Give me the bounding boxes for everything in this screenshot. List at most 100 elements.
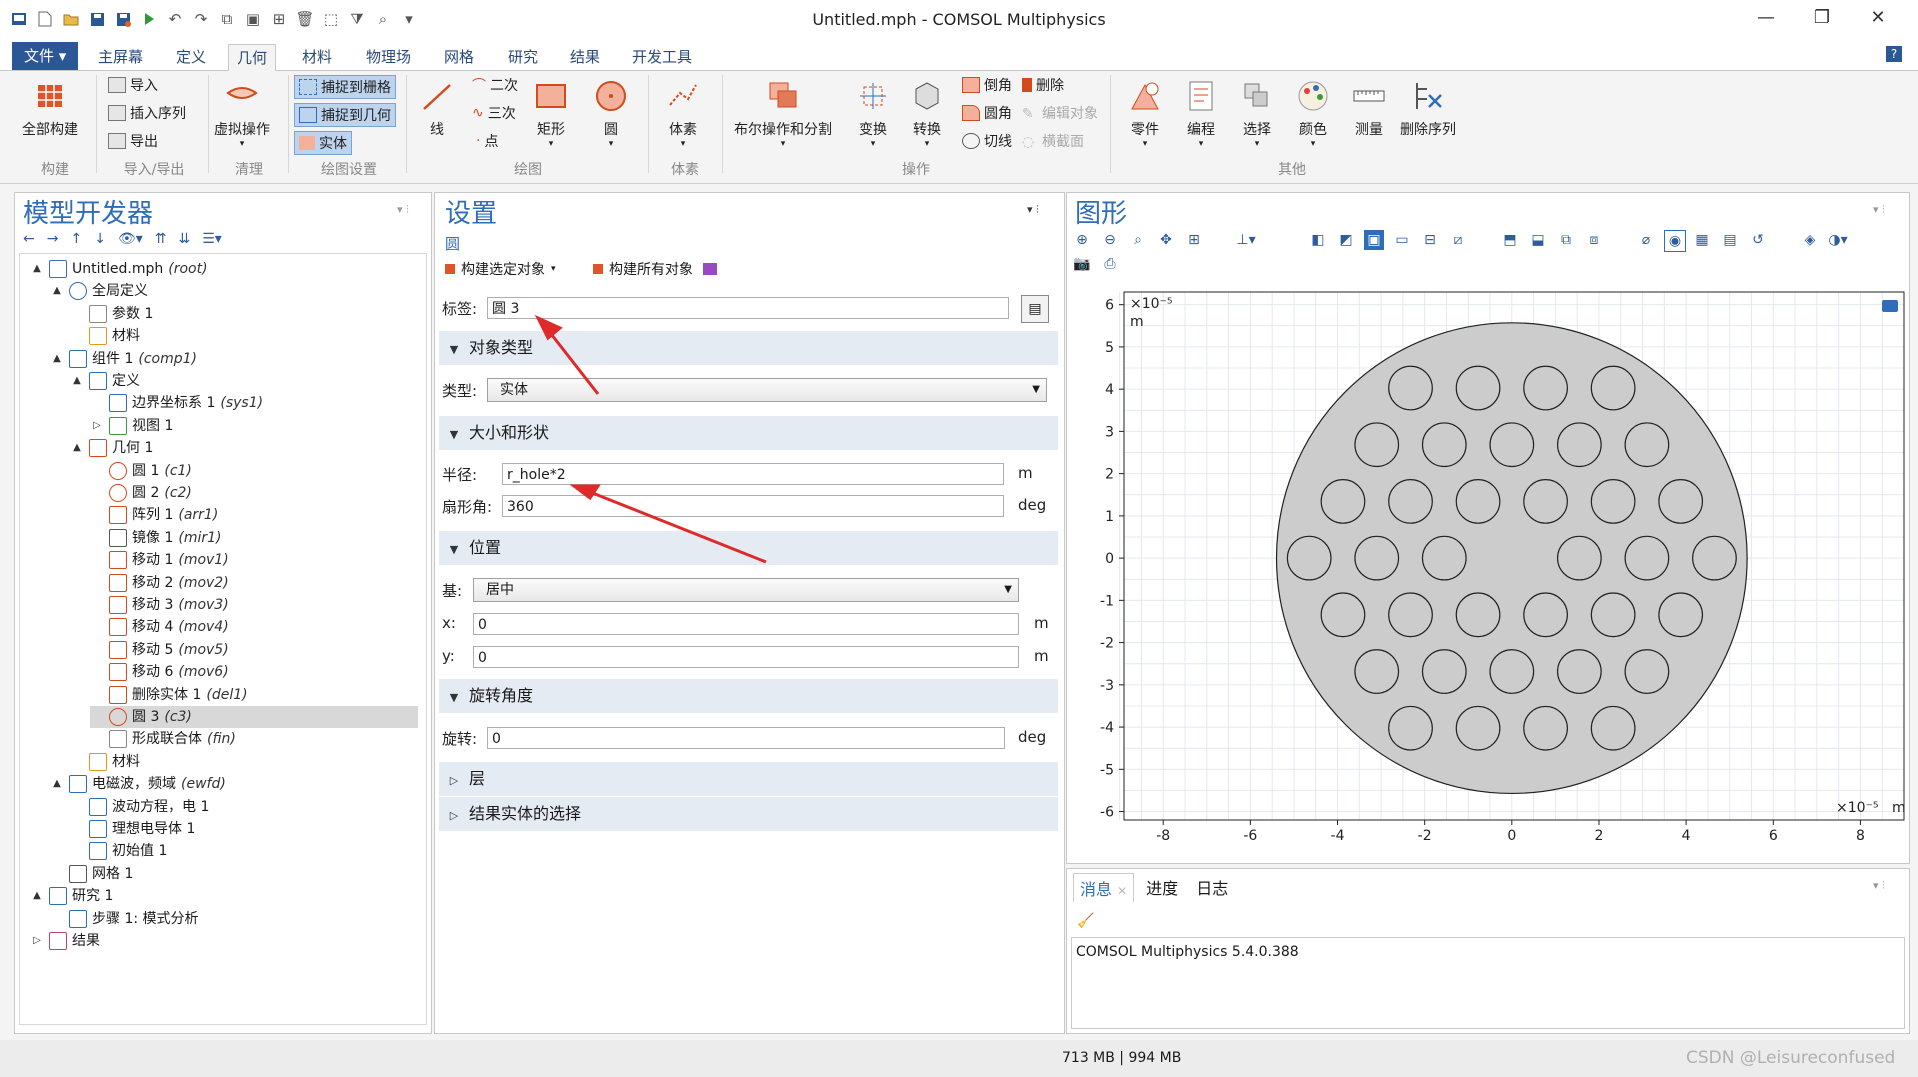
y-tick-label: 3 <box>1105 424 1114 440</box>
hole-circle[interactable] <box>1624 535 1670 581</box>
messages-box: COMSOL Multiphysics 5.4.0.388 <box>1071 937 1905 1029</box>
grid-toggle-icon[interactable]: ▦ <box>1692 230 1712 250</box>
y-tick-label: 5 <box>1105 340 1114 356</box>
hole-circle[interactable] <box>1455 365 1501 411</box>
hole-circle[interactable] <box>1421 649 1467 694</box>
hole-circle[interactable] <box>1590 592 1636 638</box>
x-tick-label: 0 <box>1507 828 1516 844</box>
status-bar: 713 MB | 994 MB CSDN @Leisureconfused <box>0 1040 1918 1077</box>
hole-circle[interactable] <box>1455 479 1501 524</box>
hole-circle[interactable] <box>1388 705 1433 751</box>
x-unit-label: m <box>1892 800 1906 816</box>
zoom-box-icon[interactable]: ⌕ <box>1128 230 1148 250</box>
y-tick-label: -4 <box>1100 720 1114 736</box>
plot-shapes <box>1275 322 1748 795</box>
hole-circle[interactable] <box>1354 422 1400 468</box>
y-tick-label: 0 <box>1105 551 1114 567</box>
x-tick-label: 4 <box>1682 828 1691 844</box>
outer-circle[interactable] <box>1275 322 1748 795</box>
hole-circle[interactable] <box>1523 479 1568 524</box>
geometry-plot[interactable]: -8 -6 -4 -2 0 2 4 6 8 6 5 4 3 2 1 0 -1 -2 -3 -4 -5 -6 ×10⁻⁵ m… <box>1068 288 1906 860</box>
zoom-out-icon[interactable]: ⊖ <box>1100 230 1120 250</box>
select-points-icon[interactable]: ⊟ <box>1420 230 1440 250</box>
hole-circle[interactable] <box>1590 479 1636 524</box>
hide-selected-icon[interactable]: ⧉ <box>1556 230 1576 250</box>
hole-circle[interactable] <box>1523 705 1568 751</box>
show-hidden-icon[interactable]: ⧈ <box>1584 230 1604 250</box>
hole-circle[interactable] <box>1354 649 1400 694</box>
reset-view-icon[interactable]: ↺ <box>1748 230 1768 250</box>
x-tick-label: -8 <box>1156 828 1170 844</box>
y-unit-label: m <box>1130 314 1144 330</box>
select-domains-icon[interactable]: ◩ <box>1336 230 1356 250</box>
tab-progress[interactable]: 进度 <box>1140 873 1184 902</box>
zoom-selected-icon[interactable]: ⊞ <box>1184 230 1204 250</box>
hole-circle[interactable] <box>1320 479 1366 524</box>
labels-icon[interactable]: ▤ <box>1720 230 1740 250</box>
close-tab-icon[interactable]: ✕ <box>1117 884 1127 898</box>
hole-circle[interactable] <box>1421 422 1467 468</box>
select-all-icon[interactable]: ⬒ <box>1500 230 1520 250</box>
x-tick-label: -6 <box>1243 828 1257 844</box>
y-tick-label: -2 <box>1100 636 1114 652</box>
select-edges-icon[interactable]: ▭ <box>1392 230 1412 250</box>
hole-circle[interactable] <box>1556 422 1602 468</box>
hole-circle[interactable] <box>1455 705 1501 751</box>
hole-circle[interactable] <box>1388 592 1433 638</box>
graphics-menu-icon[interactable]: ▾ ⫶ <box>1873 203 1885 217</box>
x-tick-label: 2 <box>1595 828 1604 844</box>
hole-circle[interactable] <box>1286 535 1332 581</box>
hole-circle[interactable] <box>1692 535 1737 581</box>
messages-panel: 消息 ✕ 进度 日志 ▾ ⫶ 🧹 COMSOL Multiphysics 5.4… <box>1066 868 1910 1034</box>
invert-selection-icon[interactable]: ⬓ <box>1528 230 1548 250</box>
hole-circle[interactable] <box>1489 649 1535 694</box>
hole-circle[interactable] <box>1489 422 1535 468</box>
hole-circle[interactable] <box>1556 649 1602 694</box>
watermark: CSDN @Leisureconfused <box>1686 1048 1896 1068</box>
zoom-extents-icon[interactable]: ✥ <box>1156 230 1176 250</box>
y-tick-label: 1 <box>1105 509 1114 525</box>
hole-circle[interactable] <box>1624 649 1670 694</box>
x-exponent-label: ×10⁻⁵ <box>1836 800 1879 816</box>
clear-selection-icon[interactable]: ⧄ <box>1448 230 1468 250</box>
hole-circle[interactable] <box>1658 479 1704 524</box>
tab-log[interactable]: 日志 <box>1190 873 1234 902</box>
y-tick-label: -1 <box>1100 593 1114 609</box>
y-tick-label: 2 <box>1105 467 1114 483</box>
hole-circle[interactable] <box>1590 365 1636 411</box>
clear-messages-icon[interactable]: 🧹 <box>1077 913 1094 929</box>
memory-usage: 713 MB | 994 MB <box>1062 1050 1182 1066</box>
messages-text: COMSOL Multiphysics 5.4.0.388 <box>1076 944 1299 960</box>
render-icon[interactable]: ◑▾ <box>1828 230 1848 250</box>
select-boundaries-icon[interactable]: ▣ <box>1364 230 1384 250</box>
graphics-title: 图形 <box>1075 199 1128 229</box>
x-tick-label: 8 <box>1856 828 1865 844</box>
x-tick-label: -2 <box>1418 828 1432 844</box>
hole-circle[interactable] <box>1523 365 1568 411</box>
camera-icon[interactable]: 📷 <box>1072 254 1092 274</box>
hole-circle[interactable] <box>1421 535 1467 581</box>
hole-circle[interactable] <box>1388 365 1433 411</box>
hole-circle[interactable] <box>1320 592 1366 638</box>
tab-messages[interactable]: 消息 ✕ <box>1073 873 1135 902</box>
hole-circle[interactable] <box>1624 422 1670 468</box>
select-objects-icon[interactable]: ◧ <box>1308 230 1328 250</box>
hide-icon[interactable]: ⌀ <box>1636 230 1656 250</box>
hole-circle[interactable] <box>1590 705 1636 751</box>
messages-menu-icon[interactable]: ▾ ⫶ <box>1873 879 1885 893</box>
hole-circle[interactable] <box>1455 592 1501 638</box>
scene-light-icon[interactable]: ◈ <box>1800 230 1820 250</box>
y-tick-label: -5 <box>1100 762 1114 778</box>
y-exponent-label: ×10⁻⁵ <box>1130 296 1173 312</box>
zoom-in-icon[interactable]: ⊕ <box>1072 230 1092 250</box>
hole-circle[interactable] <box>1523 592 1568 638</box>
color-legend-icon[interactable] <box>1882 300 1898 312</box>
hole-circle[interactable] <box>1354 535 1400 581</box>
print-icon[interactable]: ⎙ <box>1100 254 1120 274</box>
hole-circle[interactable] <box>1658 592 1704 638</box>
axis-icon[interactable]: ⊥▾ <box>1236 230 1256 250</box>
hole-circle[interactable] <box>1556 535 1602 581</box>
hole-circle[interactable] <box>1388 479 1433 524</box>
y-tick-label: 4 <box>1105 382 1114 398</box>
wireframe-icon[interactable]: ◉ <box>1664 230 1686 252</box>
